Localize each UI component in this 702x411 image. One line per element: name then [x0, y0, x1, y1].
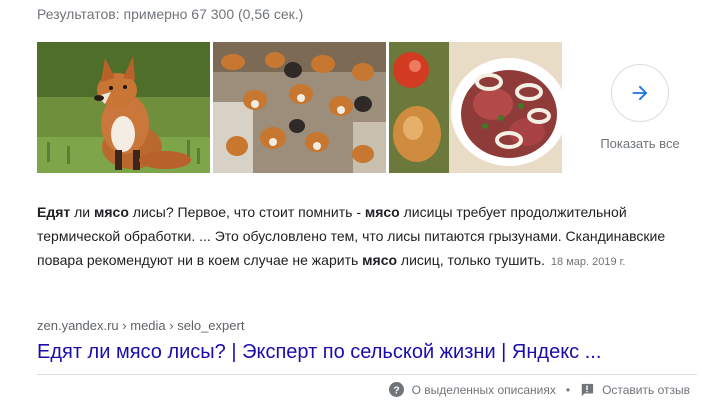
show-all-label: Показать все	[600, 136, 680, 151]
help-circle-icon: ?	[388, 382, 404, 397]
source-path: selo_expert	[177, 318, 245, 333]
fox-sitting-on-grass-image	[37, 42, 210, 173]
image-thumbnail-foxes[interactable]	[213, 42, 386, 173]
svg-text:?: ?	[393, 385, 399, 396]
breadcrumb-separator: ›	[165, 318, 178, 333]
image-thumbnail-fox[interactable]	[37, 42, 210, 173]
about-featured-snippets-link[interactable]: ? О выделенных описаниях	[388, 382, 556, 397]
image-thumbnail-meat[interactable]	[389, 42, 562, 173]
show-all-button[interactable]	[611, 64, 669, 122]
result-title-link[interactable]: Едят ли мясо лисы? | Эксперт по сельской…	[37, 341, 601, 364]
divider	[37, 374, 697, 375]
results-stats: Результатов: примерно 67 300 (0,56 сек.)	[37, 6, 304, 22]
snippet-bold-term: мясо	[364, 204, 400, 220]
arrow-right-icon	[632, 85, 648, 101]
snippet-bold-term: Едят	[37, 204, 71, 220]
snippet-footer: ? О выделенных описаниях • Оставить отзы…	[388, 382, 690, 397]
show-all-images[interactable]: Показать все	[596, 64, 684, 151]
breadcrumb-separator: ›	[118, 318, 131, 333]
snippet-text: лисиц, только тушить.	[397, 252, 545, 268]
image-strip	[37, 42, 562, 173]
about-featured-snippets-label: О выделенных описаниях	[411, 382, 556, 397]
feedback-link[interactable]: Оставить отзыв	[580, 383, 690, 397]
foxes-group-top-view-image	[213, 42, 386, 173]
snippet-date: 18 мар. 2019 г.	[550, 256, 626, 268]
raw-meat-with-onions-image	[389, 42, 562, 173]
feedback-label: Оставить отзыв	[602, 382, 690, 397]
featured-snippet-text: Едят ли мясо лисы? Первое, что стоит пом…	[37, 200, 697, 274]
snippet-bold-term: мясо	[362, 252, 398, 268]
source-path: media	[130, 318, 166, 333]
snippet-text: лисы? Первое, что стоит помнить -	[128, 204, 365, 220]
feedback-icon	[580, 383, 594, 397]
snippet-bold-term: мясо	[94, 204, 129, 220]
snippet-text: ли	[70, 204, 95, 220]
source-domain: zen.yandex.ru	[37, 318, 119, 333]
footer-separator: •	[565, 382, 571, 397]
source-breadcrumb: zen.yandex.ru › media › selo_expert	[37, 318, 244, 333]
